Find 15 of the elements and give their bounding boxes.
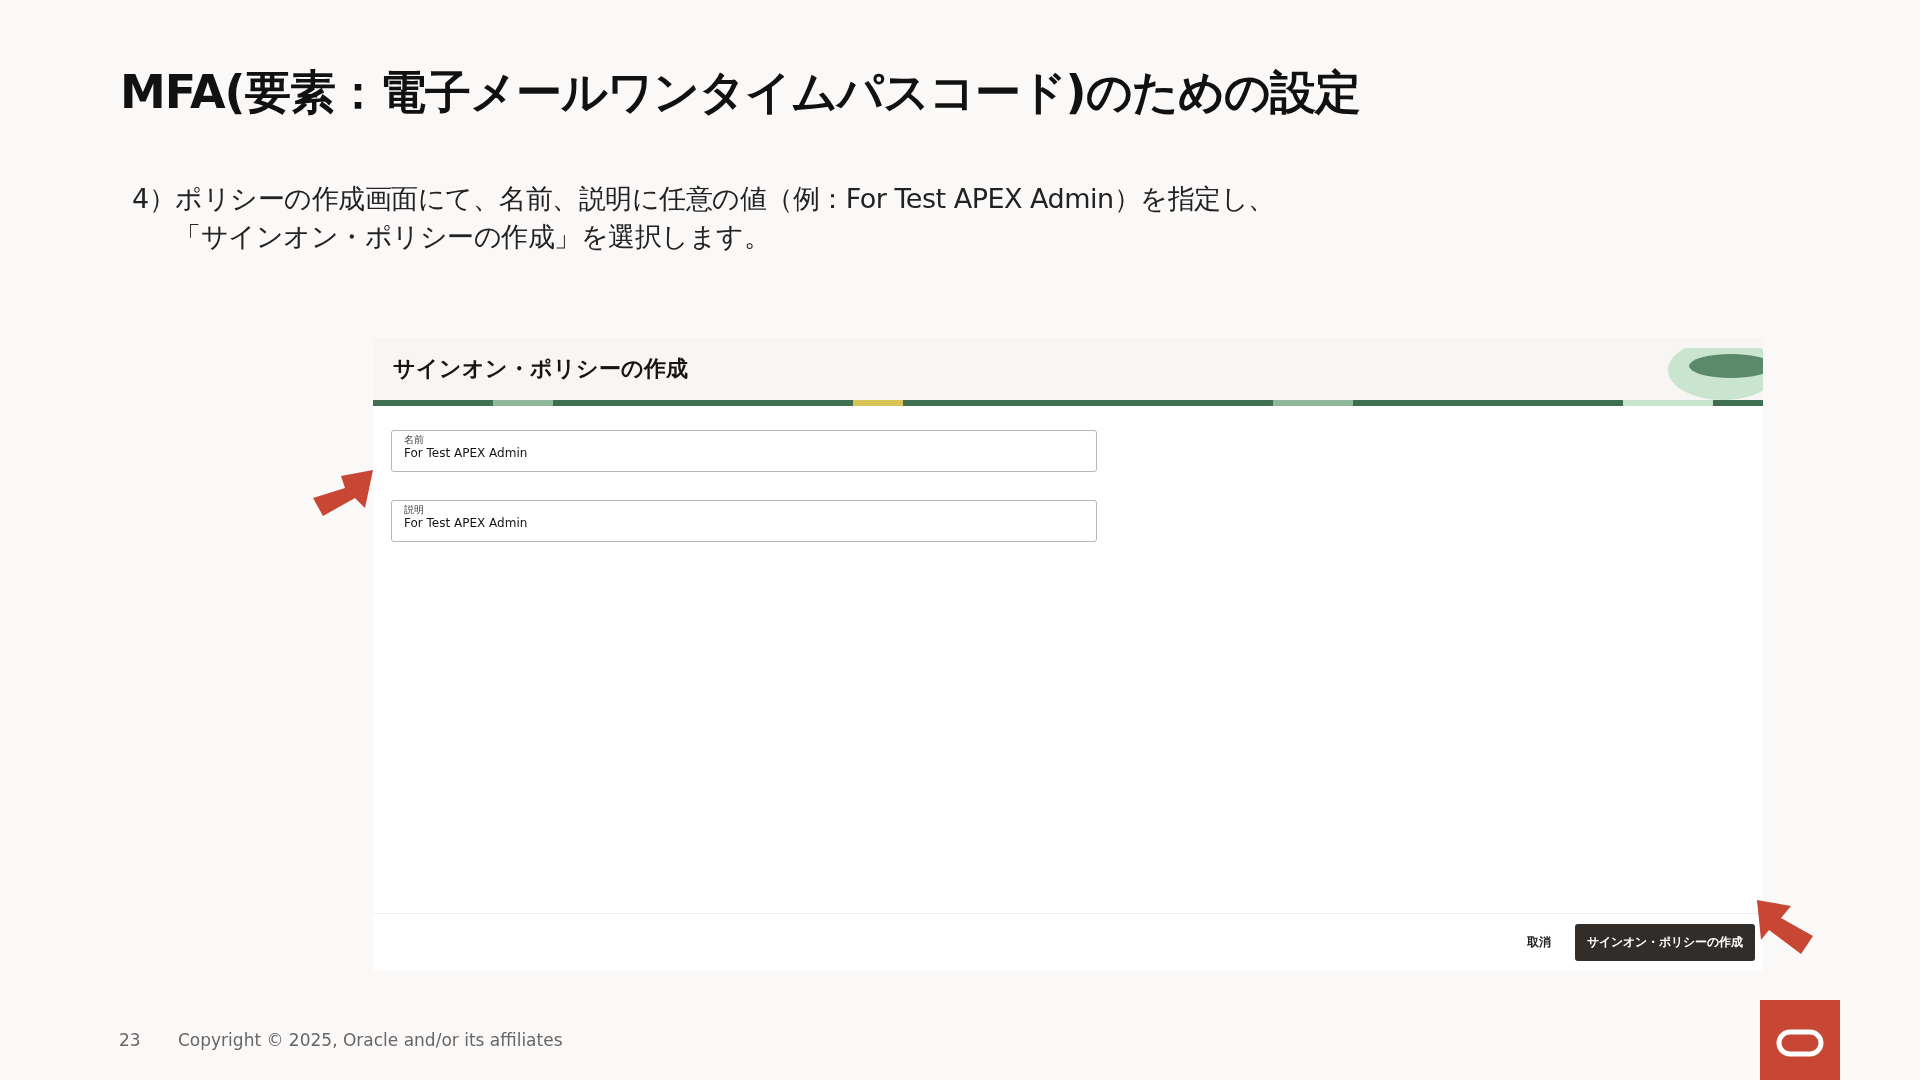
- page-number: 23: [119, 1030, 142, 1050]
- field-label: 名前: [404, 434, 424, 446]
- cancel-button[interactable]: 取消: [1521, 925, 1557, 959]
- text-field[interactable]: 説明 For Test APEX Admin: [391, 500, 1097, 542]
- instruction-text: 「サインオン・ポリシーの作成」を選択します。: [173, 220, 771, 254]
- copyright-text: Copyright © 2025, Oracle and/or its affiliates: [178, 1030, 563, 1050]
- instruction-text: 4）ポリシーの作成画面にて、名前、説明に任意の値（例：For Test APEX Admin）を指定し、: [132, 182, 1276, 216]
- text-field[interactable]: 名前 For Test APEX Admin: [391, 430, 1097, 472]
- dialog-title: サインオン・ポリシーの作成: [393, 355, 688, 383]
- create-button[interactable]: サインオン・ポリシーの作成: [1575, 923, 1755, 961]
- field-input[interactable]: For Test APEX Admin: [404, 446, 1084, 460]
- field-input[interactable]: For Test APEX Admin: [404, 516, 1084, 530]
- slide-title: MFA(要素：電子メールワンタイムパスコード)のための設定: [120, 64, 1361, 121]
- leaf-decoration-icon: [1668, 348, 1763, 400]
- field-label: 説明: [404, 504, 424, 516]
